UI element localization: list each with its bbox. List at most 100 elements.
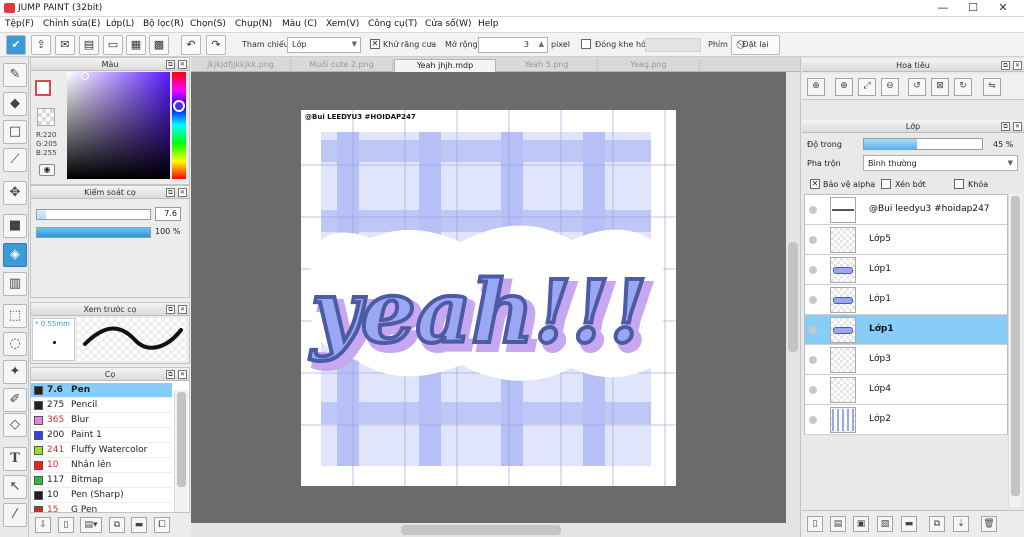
undo-icon[interactable]: ↶ <box>181 35 201 55</box>
close-panel-icon[interactable]: ✕ <box>178 188 187 197</box>
visibility-icon[interactable] <box>809 416 817 424</box>
rect-select-icon[interactable]: ⬚ <box>3 304 27 328</box>
layer-item[interactable]: Lớp1 <box>805 315 1007 345</box>
magic-wand-icon[interactable]: ✦ <box>3 360 27 384</box>
tab-document-3[interactable]: Yeah jhjh.mdp <box>394 59 496 72</box>
popout-icon[interactable]: ⧉ <box>166 188 175 197</box>
merge-layer-icon[interactable]: ⇣ <box>953 516 969 532</box>
rect-tool-icon[interactable]: □ <box>3 120 27 144</box>
canvas-vertical-scrollbar[interactable] <box>786 72 800 523</box>
menu-edit[interactable]: Chỉnh sửa(E) <box>43 19 100 29</box>
brush-duplicate-icon[interactable]: ⧠ <box>154 517 170 533</box>
message-icon[interactable]: ▤ <box>79 35 99 55</box>
maximize-button[interactable]: ☐ <box>962 1 984 15</box>
layer-item[interactable]: Lớp1 <box>805 255 1007 285</box>
layer-item[interactable]: @Bui leedyu3 #hoidap247 <box>805 195 1007 225</box>
visibility-icon[interactable] <box>809 296 817 304</box>
eyedropper-icon[interactable]: ⁄ <box>3 503 27 527</box>
brush-item[interactable]: 117 Bitmap <box>31 473 172 488</box>
brush-download-icon[interactable]: ⇩ <box>35 517 51 533</box>
menu-capture[interactable]: Chụp(N) <box>235 19 272 29</box>
expand-stepper[interactable]: 3 ▲ <box>478 37 548 53</box>
brush-tool-icon[interactable]: ✎ <box>3 63 27 87</box>
text-tool-icon[interactable]: T <box>3 447 27 471</box>
brush-copy-icon[interactable]: ⧉ <box>109 517 125 533</box>
lasso-select-icon[interactable]: ◌ <box>3 332 27 356</box>
brush-item[interactable]: 200 Paint 1 <box>31 428 172 443</box>
duplicate-layer-icon[interactable]: ⧉ <box>929 516 945 532</box>
grid-icon[interactable]: ▩ <box>149 35 169 55</box>
menu-file[interactable]: Tệp(F) <box>5 19 34 29</box>
new-folder-icon[interactable]: ▬ <box>901 516 917 532</box>
vertical-scroll-thumb[interactable] <box>788 242 798 352</box>
blend-mode-select[interactable]: Bình thường ▼ <box>863 155 1018 171</box>
tab-document-4[interactable]: Yeah 5.png <box>496 59 598 72</box>
popout-icon[interactable]: ⧉ <box>166 370 175 379</box>
comment-icon[interactable]: ✉ <box>55 35 75 55</box>
export-icon[interactable]: ⇪ <box>31 35 51 55</box>
layer-list-scrollbar[interactable] <box>1008 194 1022 507</box>
visibility-icon[interactable] <box>809 206 817 214</box>
delete-layer-icon[interactable]: 🗑 <box>981 516 997 532</box>
layer-item[interactable]: Lớp1 <box>805 285 1007 315</box>
menu-filter[interactable]: Bộ lọc(R) <box>143 19 184 29</box>
layer-item[interactable]: Lớp2 <box>805 405 1007 435</box>
transparent-color-swatch[interactable] <box>37 108 55 126</box>
popout-icon[interactable]: ⧉ <box>1001 61 1010 70</box>
fill-rect-tool-icon[interactable]: ■ <box>3 214 27 238</box>
select-eraser-icon[interactable]: ◇ <box>3 413 27 437</box>
menu-layer[interactable]: Lớp(L) <box>106 19 134 29</box>
visibility-icon[interactable] <box>809 356 817 364</box>
popout-icon[interactable]: ⧉ <box>1001 122 1010 131</box>
antialias-checkbox[interactable]: ✕ <box>370 39 380 49</box>
menu-window[interactable]: Cửa số(W) <box>425 19 471 29</box>
new-layer-1bit-icon[interactable]: ▣ <box>853 516 869 532</box>
redo-icon[interactable]: ↷ <box>206 35 226 55</box>
rotate-right-icon[interactable]: ↻ <box>954 78 972 96</box>
layer-item[interactable]: Lớp3 <box>805 345 1007 375</box>
reference-select[interactable]: Lớp ▼ <box>287 37 361 53</box>
brush-folder-icon[interactable]: ▬ <box>131 517 147 533</box>
brush-item[interactable]: 275 Pencil <box>31 398 172 413</box>
minimize-button[interactable]: — <box>932 1 954 15</box>
fit-window-icon[interactable]: ⤢ <box>858 78 876 96</box>
new-brush-icon[interactable]: ▯ <box>58 517 74 533</box>
menu-tools[interactable]: Công cụ(T) <box>368 19 417 29</box>
saturation-value-picker[interactable] <box>67 72 170 179</box>
new-tone-layer-icon[interactable]: ▧ <box>877 516 893 532</box>
close-panel-icon[interactable]: ✕ <box>1013 122 1022 131</box>
visibility-icon[interactable] <box>809 266 817 274</box>
layer-item[interactable]: Lớp5 <box>805 225 1007 255</box>
brush-item[interactable]: 365 Blur <box>31 413 172 428</box>
hue-handle[interactable] <box>173 100 185 112</box>
eye-icon[interactable]: ◉ <box>39 164 55 176</box>
close-gap-checkbox[interactable] <box>581 39 591 49</box>
bucket-tool-icon[interactable]: ◈ <box>3 243 27 267</box>
visibility-icon[interactable] <box>809 236 817 244</box>
page-icon[interactable]: ▭ <box>103 35 123 55</box>
brush-size-value[interactable]: 7.6 <box>155 207 181 221</box>
eraser-tool-icon[interactable]: ◆ <box>3 92 27 116</box>
layer-scroll-thumb[interactable] <box>1011 196 1020 496</box>
canvas-horizontal-scrollbar[interactable] <box>191 523 800 537</box>
select-pen-icon[interactable]: ✐ <box>3 388 27 412</box>
brush-item[interactable]: 241 Fluffy Watercolor <box>31 443 172 458</box>
zoom-fit-icon[interactable]: ⊕ <box>807 78 825 96</box>
picker-cursor[interactable] <box>81 72 89 80</box>
canvas-area[interactable]: yeah!!! yeah!!! @Bui LEEDYU3 #HOIDAP247 <box>191 72 799 523</box>
layer-item[interactable]: Lớp4 <box>805 375 1007 405</box>
zoom-out-icon[interactable]: ⊖ <box>881 78 899 96</box>
popout-icon[interactable]: ⧉ <box>166 305 175 314</box>
menu-select[interactable]: Chọn(S) <box>190 19 226 29</box>
brush-item[interactable]: 10 Nhân lên <box>31 458 172 473</box>
brush-opacity-slider[interactable] <box>36 227 151 238</box>
menu-view[interactable]: Xem(V) <box>326 19 359 29</box>
brush-item[interactable]: 10 Pen (Sharp) <box>31 488 172 503</box>
protect-alpha-checkbox[interactable]: ✕ <box>810 179 820 189</box>
brush-item[interactable]: 7.6 Pen <box>31 383 172 398</box>
gap-slider[interactable] <box>645 38 701 52</box>
popout-icon[interactable]: ⧉ <box>166 60 175 69</box>
flip-icon[interactable]: ⇋ <box>983 78 1001 96</box>
visibility-icon[interactable] <box>809 326 817 334</box>
foreground-color-swatch[interactable] <box>35 80 51 96</box>
